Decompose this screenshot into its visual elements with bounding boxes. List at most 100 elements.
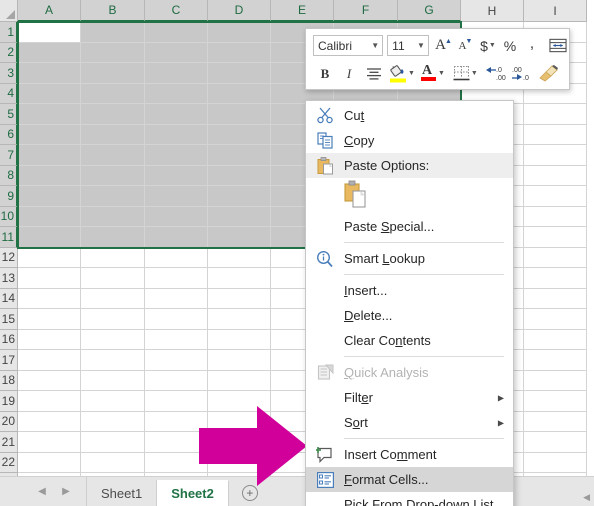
decrease-decimal-button[interactable]: .0 .00: [483, 62, 509, 86]
column-header-D[interactable]: D: [208, 0, 271, 22]
cell-C17[interactable]: [145, 350, 208, 371]
menu-item-insert-comment[interactable]: Insert Comment: [306, 442, 513, 467]
column-header-H[interactable]: H: [461, 0, 524, 22]
increase-decimal-button[interactable]: .00 .0: [509, 62, 535, 86]
menu-item-format-cells[interactable]: Format Cells...: [306, 467, 513, 492]
cell-C9[interactable]: [145, 186, 208, 207]
cell-C18[interactable]: [145, 370, 208, 391]
cell-A3[interactable]: [18, 63, 81, 84]
cell-D10[interactable]: [208, 206, 271, 227]
cell-I10[interactable]: [524, 206, 587, 227]
menu-item-delete[interactable]: Delete...: [306, 303, 513, 328]
increase-font-size-button[interactable]: A ▲: [433, 34, 455, 58]
menu-item-copy[interactable]: Copy: [306, 128, 513, 153]
cell-D18[interactable]: [208, 370, 271, 391]
cell-B14[interactable]: [81, 288, 145, 309]
row-header-15[interactable]: 15: [0, 309, 18, 330]
cell-B9[interactable]: [81, 186, 145, 207]
cell-D2[interactable]: [208, 42, 271, 63]
cell-C4[interactable]: [145, 83, 208, 104]
row-header-17[interactable]: 17: [0, 350, 18, 371]
cell-I22[interactable]: [524, 452, 587, 473]
cell-I17[interactable]: [524, 350, 587, 371]
cell-D4[interactable]: [208, 83, 271, 104]
cell-D9[interactable]: [208, 186, 271, 207]
cell-A13[interactable]: [18, 268, 81, 289]
percent-style-button[interactable]: %: [499, 34, 521, 58]
column-header-B[interactable]: B: [81, 0, 145, 22]
cell-D14[interactable]: [208, 288, 271, 309]
cell-B11[interactable]: [81, 227, 145, 248]
cell-A16[interactable]: [18, 329, 81, 350]
row-header-14[interactable]: 14: [0, 288, 18, 309]
cell-B17[interactable]: [81, 350, 145, 371]
cell-C2[interactable]: [145, 42, 208, 63]
cell-I13[interactable]: [524, 268, 587, 289]
borders-button[interactable]: ▼: [451, 62, 480, 86]
menu-item-paste-special[interactable]: Paste Special...: [306, 214, 513, 239]
font-size-combo[interactable]: 11 ▼: [387, 35, 429, 56]
cell-I9[interactable]: [524, 186, 587, 207]
menu-item-pick-from-drop-down-list[interactable]: Pick From Drop-down List...: [306, 492, 513, 506]
cell-C1[interactable]: [145, 22, 208, 43]
cell-A2[interactable]: [18, 42, 81, 63]
row-header-21[interactable]: 21: [0, 432, 18, 453]
cell-A10[interactable]: [18, 206, 81, 227]
center-align-button[interactable]: [361, 62, 387, 86]
sheet-nav-prev-button[interactable]: ◀: [30, 478, 54, 504]
column-header-G[interactable]: G: [398, 0, 461, 22]
row-header-20[interactable]: 20: [0, 411, 18, 432]
cell-C6[interactable]: [145, 124, 208, 145]
cell-A9[interactable]: [18, 186, 81, 207]
cell-B8[interactable]: [81, 165, 145, 186]
row-header-9[interactable]: 9: [0, 186, 18, 207]
cell-B12[interactable]: [81, 247, 145, 268]
cell-D12[interactable]: [208, 247, 271, 268]
font-name-combo[interactable]: Calibri ▼: [313, 35, 384, 56]
cell-B6[interactable]: [81, 124, 145, 145]
cell-D3[interactable]: [208, 63, 271, 84]
cell-D7[interactable]: [208, 145, 271, 166]
cell-D11[interactable]: [208, 227, 271, 248]
cell-I18[interactable]: [524, 370, 587, 391]
cell-B4[interactable]: [81, 83, 145, 104]
row-header-1[interactable]: 1: [0, 22, 18, 43]
cell-I7[interactable]: [524, 145, 587, 166]
cell-A19[interactable]: [18, 391, 81, 412]
cell-A15[interactable]: [18, 309, 81, 330]
fill-color-button[interactable]: ▼: [387, 62, 417, 86]
cell-A5[interactable]: [18, 104, 81, 125]
row-header-19[interactable]: 19: [0, 391, 18, 412]
column-header-I[interactable]: I: [524, 0, 587, 22]
cell-A7[interactable]: [18, 145, 81, 166]
cell-C12[interactable]: [145, 247, 208, 268]
cell-C13[interactable]: [145, 268, 208, 289]
row-header-12[interactable]: 12: [0, 247, 18, 268]
cell-A18[interactable]: [18, 370, 81, 391]
menu-item-cut[interactable]: Cut: [306, 103, 513, 128]
cell-C16[interactable]: [145, 329, 208, 350]
sheet-tab-sheet1[interactable]: Sheet1: [87, 480, 158, 506]
cell-B18[interactable]: [81, 370, 145, 391]
row-header-16[interactable]: 16: [0, 329, 18, 350]
cell-D13[interactable]: [208, 268, 271, 289]
paste-options-gallery[interactable]: [306, 178, 513, 214]
cell-C11[interactable]: [145, 227, 208, 248]
cell-I20[interactable]: [524, 411, 587, 432]
chevron-down-icon[interactable]: ▼: [408, 70, 415, 77]
cell-B3[interactable]: [81, 63, 145, 84]
cell-A22[interactable]: [18, 452, 81, 473]
cell-C5[interactable]: [145, 104, 208, 125]
cell-A21[interactable]: [18, 432, 81, 453]
cell-I15[interactable]: [524, 309, 587, 330]
decrease-font-size-button[interactable]: A ▼: [455, 34, 477, 58]
menu-item-smart-lookup[interactable]: Smart Lookup: [306, 246, 513, 271]
cell-I16[interactable]: [524, 329, 587, 350]
cell-I19[interactable]: [524, 391, 587, 412]
menu-item-insert[interactable]: Insert...: [306, 278, 513, 303]
cell-B10[interactable]: [81, 206, 145, 227]
row-header-3[interactable]: 3: [0, 63, 18, 84]
row-header-13[interactable]: 13: [0, 268, 18, 289]
chevron-down-icon[interactable]: ▼: [471, 70, 478, 77]
cell-I5[interactable]: [524, 104, 587, 125]
